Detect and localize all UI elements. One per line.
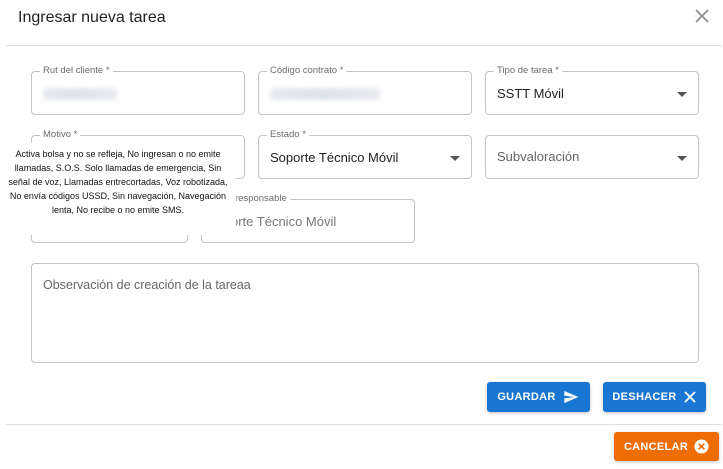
tipo-tarea-value: SSTT Móvil	[497, 86, 564, 101]
close-icon	[683, 391, 696, 403]
estado-select[interactable]: Estado * Soporte Técnico Móvil	[258, 129, 472, 179]
chevron-down-icon[interactable]	[450, 156, 460, 161]
codigo-contrato-redacted-value	[270, 88, 380, 100]
guardar-button[interactable]: GUARDAR	[487, 382, 590, 412]
send-icon	[563, 391, 578, 403]
estado-label: Estado *	[267, 129, 309, 141]
tipo-tarea-select[interactable]: Tipo de tarea * SSTT Móvil	[485, 65, 699, 115]
codigo-contrato-field[interactable]: Código contrato *	[258, 65, 472, 115]
rut-cliente-label: Rut del cliente *	[40, 65, 113, 77]
observacion-placeholder: Observación de creación de la tareaa	[43, 278, 251, 292]
subvaloracion-select[interactable]: Subvaloración	[485, 135, 699, 179]
dialog-title: Ingresar nueva tarea	[18, 9, 166, 26]
rut-cliente-redacted-value	[43, 88, 117, 100]
subvaloracion-placeholder: Subvaloración	[497, 149, 580, 164]
motivo-tooltip: Activa bolsa y no se refleja, No ingresa…	[0, 143, 236, 235]
cancelar-label: CANCELAR	[623, 440, 689, 453]
header-divider	[6, 45, 722, 46]
footer-divider	[6, 424, 722, 425]
rut-cliente-field[interactable]: Rut del cliente *	[31, 65, 245, 115]
motivo-label: Motivo *	[40, 129, 81, 141]
area-responsable-value: orte Técnico Móvil	[231, 214, 337, 229]
cancel-circle-icon	[694, 439, 709, 454]
chevron-down-icon[interactable]	[677, 92, 687, 97]
codigo-contrato-label: Código contrato *	[267, 65, 347, 77]
area-responsable-label: responsable	[232, 193, 290, 205]
cancelar-button[interactable]: CANCELAR	[614, 432, 719, 461]
observacion-textarea[interactable]: Observación de creación de la tareaa	[31, 263, 699, 363]
deshacer-button[interactable]: DESHACER	[603, 382, 706, 412]
close-icon[interactable]	[693, 7, 711, 25]
tipo-tarea-label: Tipo de tarea *	[494, 65, 562, 77]
guardar-label: GUARDAR	[497, 391, 556, 403]
deshacer-label: DESHACER	[612, 391, 677, 403]
estado-value: Soporte Técnico Móvil	[270, 150, 399, 165]
chevron-down-icon[interactable]	[677, 156, 687, 161]
